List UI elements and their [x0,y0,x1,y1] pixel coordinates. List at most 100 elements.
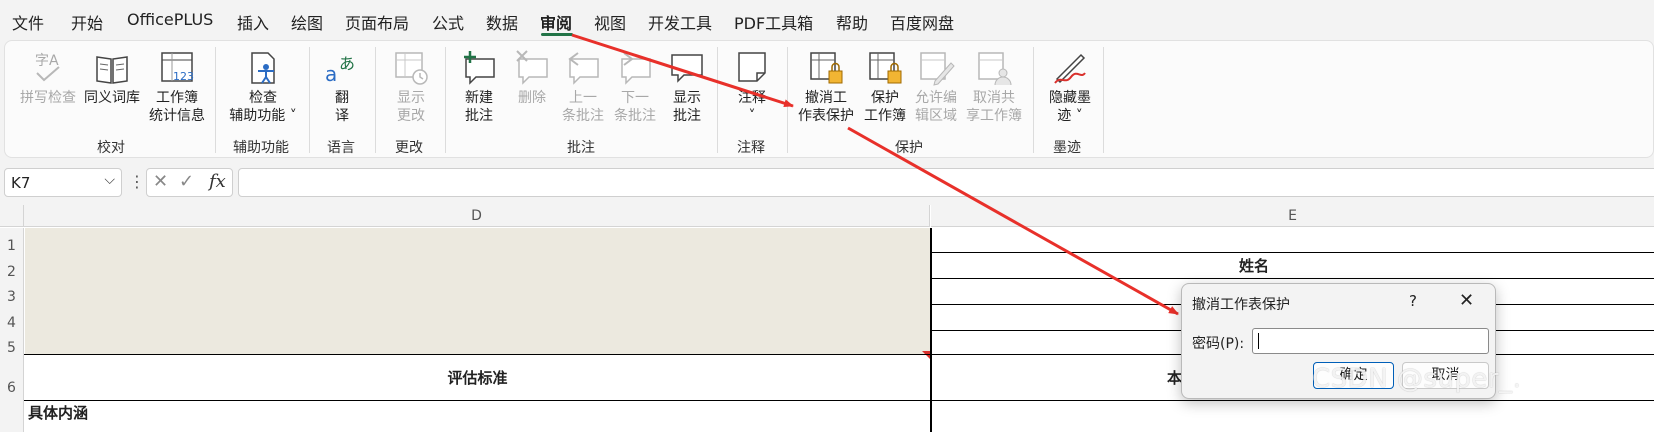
merged-cell-d1-d5[interactable] [25,228,930,355]
menu-insert[interactable]: 插入 [237,10,269,34]
column-header-d[interactable]: D [24,205,930,227]
group-separator [717,47,718,153]
group-label-comments: 批注 [567,140,595,156]
accessibility-icon [251,52,275,84]
show-comments-button[interactable]: 显示 批注 [663,49,711,125]
menu-pdf-tools[interactable]: PDF工具箱 [734,10,813,34]
delete-comment-button[interactable]: 删除 [509,49,555,107]
active-tab-indicator [541,33,573,36]
unshare-workbook-button[interactable]: 取消共 享工作簿 [963,49,1025,125]
watermark: CSDN @super_. [1312,364,1522,394]
password-input[interactable] [1252,328,1489,354]
protect-workbook-icon [869,52,902,84]
row-header-2[interactable]: 2 [0,253,24,280]
menu-baidu-netdisk[interactable]: 百度网盘 [890,10,954,34]
menu-view[interactable]: 视图 [594,10,626,34]
menu-draw[interactable]: 绘图 [291,10,323,34]
group-separator [375,47,376,153]
group-label-ink: 墨迹 [1053,140,1081,156]
dialog-title: 撤消工作表保护 [1192,297,1290,313]
column-header-e[interactable]: E [931,205,1654,227]
show-changes-icon [395,52,428,85]
row-header-3[interactable]: 3 [0,279,24,305]
svg-text:a: a [325,62,337,86]
previous-comment-button[interactable]: 上一 条批注 [559,49,607,125]
next-comment-icon [621,52,651,85]
menu-home[interactable]: 开始 [71,10,103,34]
translate-icon: a あ [325,54,355,86]
group-separator [787,47,788,153]
cell-d7[interactable]: 具体内涵 [28,402,88,423]
group-separator [309,47,310,153]
ribbon: 字A 拼写检查 同义词库 123 工作簿 统计信息 校对 检查 辅助功能 ˅ 辅 [4,40,1654,158]
hide-ink-icon [1054,53,1086,84]
svg-text:字A: 字A [35,53,59,69]
notes-button[interactable]: 注释 ˅ [727,49,777,125]
border [931,252,1654,253]
protect-workbook-button[interactable]: 保护 工作簿 [859,49,911,125]
svg-text:あ: あ [339,54,355,73]
help-icon[interactable]: ? [1409,292,1417,310]
insert-function-icon[interactable]: fx [209,171,226,192]
workbook-statistics-icon: 123 [161,52,194,83]
next-comment-button[interactable]: 下一 条批注 [611,49,659,125]
group-separator [445,47,446,153]
menu-formulas[interactable]: 公式 [432,10,464,34]
formula-bar: K7 ⌵ ⋮ ✕ ✓ fx [0,168,1654,200]
new-comment-button[interactable]: 新建 批注 [453,49,505,125]
text-caret [1258,333,1259,349]
cell-d6[interactable]: 评估标准 [25,367,930,388]
new-comment-icon [464,51,495,85]
more-options-icon[interactable]: ⋮ [129,172,145,191]
hide-ink-button[interactable]: 隐藏墨 迹 ˅ [1041,49,1099,125]
row-header-5[interactable]: 5 [0,331,24,356]
password-label: 密码(P): [1192,336,1245,352]
spell-check-icon: 字A [35,53,60,82]
allow-edit-ranges-button[interactable]: 允许编 辑区域 [911,49,961,125]
menu-bar: 文件 开始 OfficePLUS 插入 绘图 页面布局 公式 数据 审阅 视图 … [0,0,1654,38]
cancel-icon[interactable]: ✕ [153,171,168,192]
menu-file[interactable]: 文件 [12,10,44,34]
group-separator [1033,47,1034,153]
previous-comment-icon [568,52,599,85]
book-icon [96,56,128,84]
workbook-statistics-button[interactable]: 123 工作簿 统计信息 [145,49,209,125]
menu-data[interactable]: 数据 [486,10,518,34]
formula-buttons: ✕ ✓ fx [146,168,233,197]
cell-e2[interactable]: 姓名 [931,255,1577,276]
delete-comment-icon [516,50,548,85]
translate-button[interactable]: a あ 翻 译 [317,49,367,125]
menu-page-layout[interactable]: 页面布局 [345,10,409,34]
group-label-accessibility: 辅助功能 [233,140,289,156]
allow-edit-ranges-icon [920,52,955,86]
check-accessibility-button[interactable]: 检查 辅助功能 ˅ [221,49,305,125]
menu-help[interactable]: 帮助 [836,10,868,34]
menu-review[interactable]: 审阅 [540,10,572,34]
close-icon[interactable]: ✕ [1459,290,1474,311]
unprotect-sheet-icon [810,52,843,84]
row-header-7[interactable] [0,401,24,432]
group-separator [215,47,216,153]
group-label-changes: 更改 [395,140,423,156]
formula-input[interactable] [238,168,1654,197]
row-header-4[interactable]: 4 [0,305,24,331]
spell-check-button[interactable]: 字A 拼写检查 [17,49,79,107]
comment-indicator-icon [922,351,930,359]
name-box[interactable]: K7 ⌵ [4,168,122,197]
show-changes-button[interactable]: 显示 更改 [383,49,439,125]
border [931,278,1654,279]
select-all-corner[interactable] [0,205,24,227]
row-header-1[interactable]: 1 [0,228,24,254]
group-separator [1103,47,1104,153]
menu-developer[interactable]: 开发工具 [648,10,712,34]
chevron-down-icon[interactable]: ⌵ [104,172,115,188]
row-header-6[interactable]: 6 [0,355,24,401]
show-comments-icon [671,54,703,83]
thesaurus-button[interactable]: 同义词库 [81,49,143,107]
border [24,400,1654,401]
enter-icon[interactable]: ✓ [179,171,194,192]
cell-e6[interactable]: 本 [1167,367,1182,388]
note-icon [738,52,766,82]
menu-officeplus[interactable]: OfficePLUS [127,10,213,29]
unprotect-sheet-button[interactable]: 撤消工 作表保护 [795,49,857,125]
